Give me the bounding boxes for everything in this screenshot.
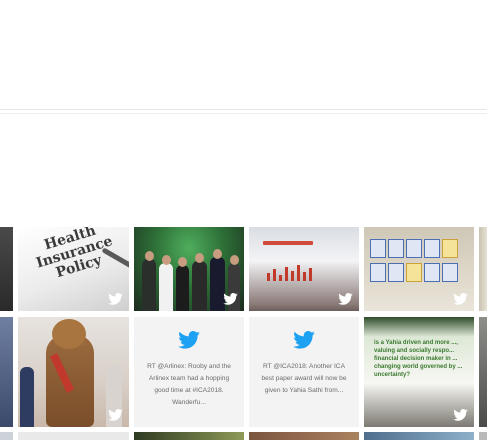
person-head bbox=[178, 257, 187, 267]
feed-tile-kangaroo-mascot[interactable] bbox=[18, 317, 129, 427]
person-head bbox=[162, 255, 171, 265]
tweet-text: RT @Arlinex: Rooby and the Arlinex team … bbox=[147, 363, 231, 406]
slide-bar bbox=[303, 272, 306, 281]
policy-card-text: Health Insurance Policy bbox=[34, 227, 115, 282]
feed-tile-projected-slide[interactable]: is a Yahia driven and more ..., valuing … bbox=[364, 317, 474, 427]
person-head bbox=[195, 253, 204, 263]
twitter-bird-icon bbox=[293, 331, 315, 349]
slide-bar bbox=[273, 269, 276, 281]
feed-tile-partial-bottom[interactable] bbox=[18, 432, 129, 440]
poster-panel bbox=[442, 239, 458, 258]
twitter-icon bbox=[223, 293, 238, 305]
twitter-icon bbox=[453, 409, 468, 421]
poster-panel bbox=[388, 263, 404, 282]
poster-panel bbox=[388, 239, 404, 258]
feed-tile-insurance-policy[interactable]: Health Insurance Policy bbox=[18, 227, 129, 311]
slide-text: is a Yahia driven and more ..., valuing … bbox=[374, 340, 463, 378]
slide-title-bar bbox=[263, 241, 313, 245]
slide-bar bbox=[285, 267, 288, 281]
feed-tile-tweet-text[interactable]: RT @ICA2018: Another ICA best paper awar… bbox=[249, 317, 359, 427]
feed-tile-tweet-text[interactable]: RT @Arlinex: Rooby and the Arlinex team … bbox=[134, 317, 244, 427]
section-divider bbox=[0, 109, 487, 110]
poster-panel bbox=[442, 263, 458, 282]
person-figure bbox=[20, 367, 34, 427]
feed-tile-partial-right[interactable] bbox=[479, 317, 487, 427]
feed-tile-partial-bottom[interactable] bbox=[0, 432, 13, 440]
feed-tile-partial-bottom[interactable] bbox=[479, 432, 487, 440]
tweet-text: RT @ICA2018: Another ICA best paper awar… bbox=[261, 363, 347, 394]
slide-bar bbox=[291, 271, 294, 281]
person-figure bbox=[142, 259, 156, 311]
feed-tile-presentation-slide[interactable] bbox=[249, 227, 359, 311]
twitter-icon bbox=[108, 293, 123, 305]
feed-tile-partial-bottom[interactable] bbox=[364, 432, 474, 440]
slide-bar bbox=[267, 273, 270, 281]
feed-tile-group-photo[interactable] bbox=[134, 227, 244, 311]
feed-tile-partial-left[interactable] bbox=[0, 317, 13, 427]
section-divider-secondary bbox=[0, 113, 487, 114]
twitter-bird-icon bbox=[178, 331, 200, 349]
feed-tile-partial-bottom[interactable] bbox=[134, 432, 244, 440]
slide-bar bbox=[309, 268, 312, 281]
person-head bbox=[230, 255, 239, 265]
slide-bar bbox=[279, 275, 282, 281]
feed-tile-partial-bottom[interactable] bbox=[249, 432, 359, 440]
poster-panel bbox=[370, 239, 386, 258]
person-figure bbox=[176, 265, 189, 311]
poster-panel bbox=[424, 263, 440, 282]
twitter-icon bbox=[108, 409, 123, 421]
poster-panel bbox=[406, 239, 422, 258]
poster-panel bbox=[406, 263, 422, 282]
person-figure bbox=[192, 261, 207, 311]
twitter-icon bbox=[338, 293, 353, 305]
person-head bbox=[213, 249, 222, 259]
mascot-head bbox=[52, 319, 86, 349]
person-head bbox=[145, 251, 154, 261]
feed-tile-partial-right[interactable] bbox=[479, 227, 487, 311]
slide-bar bbox=[297, 265, 300, 281]
person-figure bbox=[159, 263, 173, 311]
poster-panel bbox=[370, 263, 386, 282]
feed-tile-partial-left[interactable] bbox=[0, 227, 13, 311]
poster-panel bbox=[424, 239, 440, 258]
twitter-icon bbox=[453, 293, 468, 305]
feed-tile-poster[interactable] bbox=[364, 227, 474, 311]
